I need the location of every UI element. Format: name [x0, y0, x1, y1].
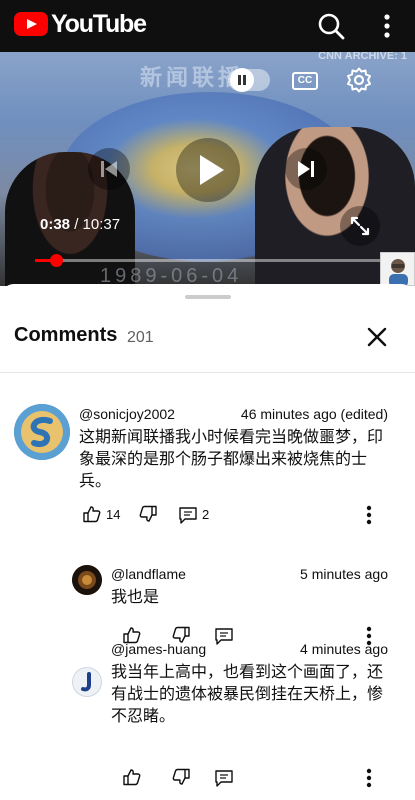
reply-author[interactable]: @james-huang — [111, 641, 206, 657]
comment-author[interactable]: @sonicjoy2002 — [79, 406, 175, 422]
reply-line: 不忍睹。 — [111, 706, 176, 725]
reply-icon[interactable] — [178, 505, 198, 525]
reply-more-icon[interactable] — [366, 768, 372, 788]
reply-icon[interactable] — [214, 768, 234, 788]
avatar[interactable] — [72, 565, 102, 595]
avatar-letter-j-icon — [81, 672, 91, 692]
dislike-icon[interactable] — [171, 767, 191, 787]
more-vertical-icon[interactable] — [371, 10, 403, 42]
playback-time: 0:38 / 10:37 — [40, 216, 120, 233]
fullscreen-button[interactable] — [340, 206, 380, 246]
comments-count: 201 — [127, 329, 154, 346]
comment-line: 象最深的是那个肠子都爆出来被烧焦的士 — [79, 449, 368, 468]
fullscreen-icon — [350, 216, 370, 236]
play-icon — [200, 155, 224, 185]
avatar-image-icon — [72, 565, 102, 595]
captions-button[interactable]: CC — [292, 72, 318, 90]
time-separator: / — [70, 216, 83, 233]
comments-sheet: Comments 201 @sonicjoy2002 46 minutes ag… — [0, 284, 415, 800]
reply-line: 我也是 — [111, 587, 160, 606]
reply-line: 我当年上高中，也看到这个画面了，还 — [111, 662, 384, 681]
comment-line: 这期新闻联播我小时候看完当晚做噩梦，印 — [79, 427, 384, 446]
reply-timestamp: 4 minutes ago — [300, 641, 388, 657]
reply-author[interactable]: @landflame — [111, 566, 186, 582]
channel-thumbnail[interactable] — [380, 252, 415, 286]
avatar[interactable] — [14, 404, 70, 460]
autoplay-pause-icon[interactable] — [230, 68, 254, 92]
like-icon[interactable] — [122, 767, 142, 787]
video-player[interactable]: 新闻联播 CNN ARCHIVE: 1 1989-06-04 CC 0:38 /… — [0, 52, 415, 286]
previous-button[interactable] — [88, 148, 130, 190]
reply-icon[interactable] — [214, 626, 234, 646]
avatar[interactable] — [72, 667, 102, 697]
comment-more-icon[interactable] — [366, 505, 372, 525]
video-overlay-date: 1989-06-04 — [100, 265, 243, 286]
comment-timestamp: 46 minutes ago (edited) — [240, 406, 388, 422]
search-icon[interactable] — [315, 10, 347, 42]
duration: 10:37 — [82, 216, 121, 233]
like-count: 14 — [106, 507, 121, 522]
channel-avatar-icon — [389, 259, 408, 286]
settings-gear-icon[interactable] — [345, 66, 373, 94]
like-icon[interactable] — [82, 504, 102, 524]
skip-next-icon — [298, 161, 314, 177]
next-button[interactable] — [285, 148, 327, 190]
drag-handle[interactable] — [185, 295, 231, 299]
comments-title: Comments — [14, 324, 118, 346]
reply-count: 2 — [202, 507, 210, 522]
reply-body: 我也是 — [111, 586, 159, 608]
comment-body: 这期新闻联播我小时候看完当晚做噩梦，印 象最深的是那个肠子都爆出来被烧焦的士 兵… — [79, 426, 383, 492]
reply-line: 有战士的遗体被暴民倒挂在天桥上，惨 — [111, 684, 384, 703]
header-divider — [0, 372, 415, 373]
youtube-wordmark[interactable]: YouTube — [51, 10, 147, 39]
close-icon[interactable] — [364, 324, 390, 350]
comment-line: 兵。 — [79, 471, 112, 490]
seek-bar-handle[interactable] — [50, 254, 63, 267]
reply-body: 我当年上高中，也看到这个画面了，还 有战士的遗体被暴民倒挂在天桥上，惨 不忍睹。 — [111, 661, 383, 727]
avatar-logo-icon — [14, 404, 70, 460]
youtube-logo-icon[interactable] — [14, 12, 48, 36]
play-button[interactable] — [176, 138, 240, 202]
reply-timestamp: 5 minutes ago — [300, 566, 388, 582]
skip-previous-icon — [101, 161, 117, 177]
dislike-icon[interactable] — [138, 504, 158, 524]
video-overlay-channel: CNN ARCHIVE: 1 — [318, 52, 407, 62]
seek-bar-track[interactable] — [35, 259, 380, 262]
current-time: 0:38 — [40, 216, 71, 233]
top-app-bar: YouTube — [0, 0, 415, 52]
